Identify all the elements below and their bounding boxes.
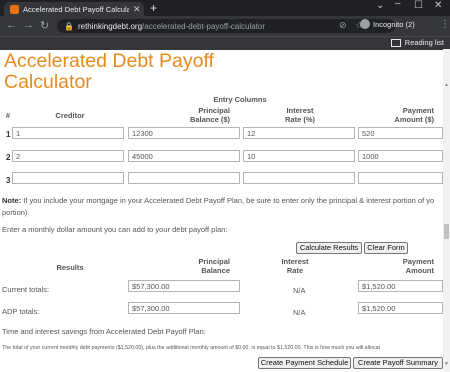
mortgage-note-continued: portion). — [2, 208, 30, 217]
clear-form-button[interactable]: Clear Form — [364, 242, 408, 254]
tab-close-icon[interactable]: ✕ — [133, 4, 141, 15]
interest-input[interactable]: 10 — [243, 150, 355, 162]
current-principal-output: $57,300.00 — [128, 280, 240, 292]
mortgage-note: Note: If you include your mortgage in yo… — [2, 196, 434, 205]
bookmarks-bar: Reading list — [0, 36, 450, 50]
browser-toolbar: ← → ↻ 🔒 rethinkingdebt.org /accelerated-… — [0, 16, 450, 36]
incognito-eye-off-icon[interactable]: ⊘ — [339, 20, 347, 31]
creditor-input[interactable]: 2 — [12, 150, 124, 162]
menu-kebab-icon[interactable]: ⋮ — [440, 19, 450, 30]
row-number: 3 — [6, 176, 11, 185]
creditor-input[interactable]: 1 — [12, 127, 124, 139]
back-icon[interactable]: ← — [6, 19, 17, 31]
column-header-creditor: Creditor — [55, 111, 85, 120]
new-tab-icon[interactable]: + — [150, 1, 157, 15]
results-header: Results — [56, 263, 84, 272]
page-title-line1: Accelerated Debt Payoff — [4, 50, 214, 72]
url-host: rethinkingdebt.org — [77, 21, 143, 31]
site-favicon-icon — [10, 4, 19, 14]
create-payment-schedule-button[interactable]: Create Payment Schedule — [258, 357, 351, 369]
row-number: 1 — [6, 130, 11, 139]
payment-input[interactable]: 1000 — [358, 150, 443, 162]
browser-tab[interactable]: Accelerated Debt Payoff Calculat ✕ — [4, 2, 144, 16]
incognito-label: Incognito (2) — [373, 19, 415, 29]
tab-search-icon[interactable]: ⌄ — [376, 0, 384, 11]
url-path: /accelerated-debt-payoff-calculator — [142, 21, 266, 31]
reading-list-label: Reading list — [404, 38, 444, 47]
forward-icon[interactable]: → — [23, 19, 34, 31]
payment-input[interactable]: 520 — [358, 127, 443, 139]
adp-rate-value: N/A — [293, 308, 306, 317]
column-header-payment-l1: Payment — [402, 106, 434, 115]
page-title: Accelerated Debt Payoff Calculator — [4, 51, 214, 93]
note-label: Note: — [2, 196, 22, 205]
scrollbar-thumb[interactable] — [444, 224, 449, 239]
row-number: 2 — [6, 153, 11, 162]
column-header-principal: Principal Balance ($) — [140, 106, 230, 124]
address-bar[interactable]: 🔒 rethinkingdebt.org /accelerated-debt-p… — [57, 19, 395, 33]
results-header-payment-l1: Payment — [402, 257, 434, 266]
results-header-payment-l2: Amount — [405, 266, 434, 275]
note-text: If you include your mortgage in your Acc… — [21, 196, 435, 205]
column-header-num: # — [5, 111, 11, 120]
tab-title: Accelerated Debt Payoff Calculat — [23, 4, 129, 14]
principal-input[interactable]: 45000 — [128, 150, 240, 162]
adp-payment-output: $1,520.00 — [358, 302, 443, 314]
window-close-icon[interactable]: ✕ — [434, 0, 442, 11]
current-totals-label: Current totals: — [2, 285, 50, 294]
column-header-interest-l1: Interest — [286, 106, 314, 115]
results-header-interest-l1: Interest — [281, 257, 309, 266]
current-rate-value: N/A — [293, 286, 306, 295]
payment-summary-text: The total of your current monthly debt p… — [2, 345, 380, 351]
minimize-icon[interactable]: – — [395, 0, 401, 9]
column-header-payment-l2: Amount ($) — [394, 115, 434, 124]
reading-list-icon — [390, 38, 401, 47]
adp-principal-output: $57,300.00 — [128, 302, 240, 314]
page-content: Accelerated Debt Payoff Calculator Entry… — [0, 49, 443, 372]
results-header-principal-l2: Balance — [201, 266, 230, 275]
page-scrollbar[interactable]: ▲ ▼ — [443, 49, 450, 372]
principal-input[interactable] — [128, 172, 240, 184]
column-header-interest: Interest Rate (%) — [265, 106, 335, 124]
reading-list-button[interactable]: Reading list — [390, 38, 444, 47]
creditor-input[interactable] — [12, 172, 124, 184]
savings-heading: Time and interest savings from Accelerat… — [2, 327, 206, 336]
column-header-interest-l2: Rate (%) — [284, 115, 315, 124]
scroll-down-icon[interactable]: ▼ — [444, 361, 449, 367]
calculate-results-button[interactable]: Calculate Results — [296, 242, 362, 254]
payment-input[interactable] — [358, 172, 443, 184]
browser-tab-bar: Accelerated Debt Payoff Calculat ✕ + ⌄ –… — [0, 0, 450, 16]
reload-icon[interactable]: ↻ — [40, 19, 49, 32]
results-header-interest-l2: Rate — [286, 266, 304, 275]
maximize-icon[interactable]: ☐ — [414, 0, 423, 11]
column-header-principal-l2: Balance ($) — [189, 115, 230, 124]
results-header-interest: Interest Rate — [255, 257, 335, 275]
column-header-principal-l1: Principal — [198, 106, 230, 115]
results-header-payment: Payment Amount — [370, 257, 434, 275]
monthly-amount-prompt: Enter a monthly dollar amount you can ad… — [2, 225, 228, 234]
column-header-payment: Payment Amount ($) — [370, 106, 434, 124]
entry-columns-heading: Entry Columns — [213, 95, 267, 104]
create-payoff-summary-button[interactable]: Create Payoff Summary — [353, 357, 443, 369]
scroll-up-icon[interactable]: ▲ — [444, 82, 449, 88]
current-payment-output: $1,520.00 — [358, 280, 443, 292]
results-header-principal: Principal Balance — [140, 257, 230, 275]
interest-input[interactable] — [243, 172, 355, 184]
page-title-line2: Calculator — [4, 71, 92, 93]
incognito-indicator[interactable]: Incognito (2) — [360, 19, 415, 29]
adp-totals-label: ADP totals: — [2, 307, 40, 316]
principal-input[interactable]: 12300 — [128, 127, 240, 139]
incognito-icon — [360, 19, 370, 29]
lock-icon: 🔒 — [64, 21, 74, 31]
interest-input[interactable]: 12 — [243, 127, 355, 139]
results-header-principal-l1: Principal — [198, 257, 230, 266]
